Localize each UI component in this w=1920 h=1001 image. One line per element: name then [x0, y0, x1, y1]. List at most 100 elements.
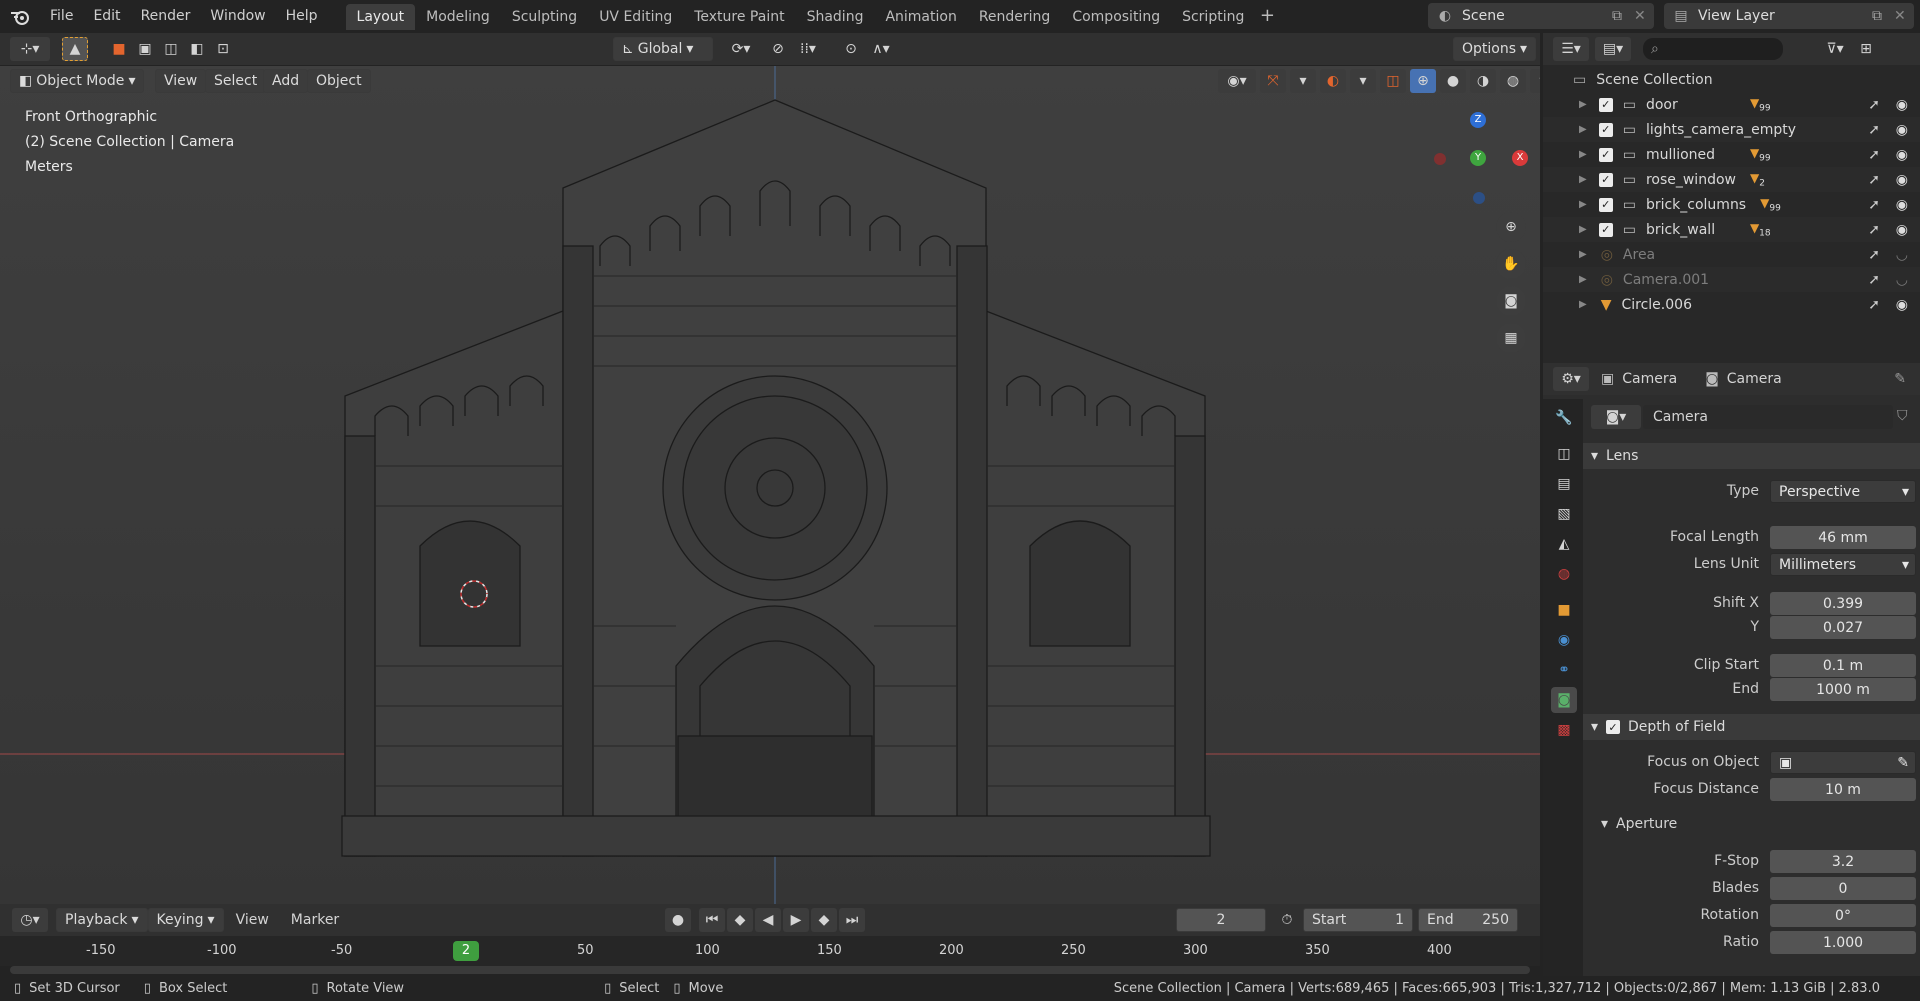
timeline-marker-menu[interactable]: Marker [291, 912, 339, 928]
falloff-icon[interactable]: ∧▾ [862, 37, 900, 61]
focus-object-field[interactable]: ▣ ✎ [1770, 751, 1916, 774]
tab-shading[interactable]: Shading [796, 4, 875, 30]
outliner-row-camera-001[interactable]: ▶ ◎ Camera.001 ➚ ◡ [1543, 267, 1920, 292]
expand-arrow-icon[interactable]: ▶ [1579, 149, 1587, 160]
scene-selector[interactable]: ◐ Scene ⧉ ✕ [1428, 3, 1654, 29]
clip-end-field[interactable]: 1000 m [1770, 678, 1916, 701]
properties-editor-icon[interactable]: ⚙▾ [1553, 367, 1589, 391]
dof-panel-header[interactable]: ▾ ✓ Depth of Field [1583, 714, 1920, 740]
new-scene-icon[interactable]: ⧉ [1612, 8, 1634, 24]
selectable-arrow-icon[interactable]: ➚ [1868, 97, 1880, 113]
solid-shading-icon[interactable]: ● [1440, 69, 1466, 93]
axis-y-icon[interactable]: Y [1470, 150, 1486, 166]
editor-type-icon[interactable]: ⊹▾ [10, 37, 50, 61]
dof-checkbox[interactable]: ✓ [1606, 720, 1621, 734]
stopwatch-icon[interactable]: ⏱ [1274, 908, 1300, 932]
scene-collection-row[interactable]: ▭ Scene Collection [1543, 67, 1920, 92]
outliner-row-brick-columns[interactable]: ▶ ✓ ▭ brick_columns ▼99 ➚ ◉ [1543, 192, 1920, 217]
shift-y-field[interactable]: 0.027 [1770, 616, 1916, 639]
record-icon[interactable]: ● [665, 908, 691, 932]
tab-compositing[interactable]: Compositing [1061, 4, 1171, 30]
outliner-row-area[interactable]: ▶ ◎ Area ➚ ◡ [1543, 242, 1920, 267]
eye-icon[interactable]: ◉ [1896, 172, 1908, 188]
new-view-layer-icon[interactable]: ⧉ [1872, 8, 1894, 24]
chevron-down-icon[interactable]: ▾ [1530, 69, 1540, 93]
tab-modeling[interactable]: Modeling [415, 4, 501, 30]
eye-icon[interactable]: ◉ [1896, 122, 1908, 138]
blender-logo-icon[interactable] [0, 0, 40, 33]
render-tab-icon[interactable]: ◫ [1551, 441, 1577, 467]
exclude-checkbox[interactable]: ✓ [1598, 197, 1613, 212]
clip-start-field[interactable]: 0.1 m [1770, 654, 1916, 677]
options-dropdown[interactable]: Options ▾ [1453, 37, 1537, 61]
tab-sculpting[interactable]: Sculpting [501, 4, 588, 30]
select-mode-subtract-icon[interactable]: ◫ [158, 37, 184, 61]
view-menu[interactable]: View [155, 69, 207, 93]
close-icon[interactable]: ✕ [1634, 8, 1654, 24]
close-icon[interactable]: ✕ [1894, 8, 1914, 24]
add-menu[interactable]: Add [263, 69, 309, 93]
camera-data-tab-icon[interactable]: ◙ [1551, 687, 1577, 713]
pin-icon[interactable]: ✎ [1894, 371, 1906, 387]
exclude-checkbox[interactable]: ✓ [1598, 222, 1613, 237]
selectable-arrow-icon[interactable]: ➚ [1868, 197, 1880, 213]
menu-render[interactable]: Render [131, 0, 201, 33]
eye-closed-icon[interactable]: ◡ [1896, 247, 1908, 263]
playback-dropdown[interactable]: Playback ▾ [56, 908, 148, 932]
menu-file[interactable]: File [40, 0, 83, 33]
pan-hand-icon[interactable]: ✋ [1496, 249, 1526, 279]
new-collection-icon[interactable]: ⊞ [1853, 37, 1879, 61]
selectable-arrow-icon[interactable]: ➚ [1868, 172, 1880, 188]
world-tab-icon[interactable]: ◍ [1551, 561, 1577, 587]
snap-toggle-icon[interactable]: ⊘ [765, 37, 791, 61]
select-mode-new-icon[interactable]: ■ [106, 37, 132, 61]
timeline-ruler[interactable]: -150 -100 -50 2 50 100 150 200 250 300 3… [0, 936, 1540, 966]
texture-tab-icon[interactable]: ▩ [1551, 717, 1577, 743]
timeline-scrollbar[interactable] [10, 966, 1530, 974]
ortho-grid-icon[interactable]: ▦ [1496, 323, 1526, 353]
blades-field[interactable]: 0 [1770, 877, 1916, 900]
select-mode-extend-icon[interactable]: ▣ [132, 37, 158, 61]
select-menu[interactable]: Select [205, 69, 267, 93]
focus-distance-field[interactable]: 10 m [1770, 778, 1916, 801]
material-shading-icon[interactable]: ◑ [1470, 69, 1496, 93]
rendered-shading-icon[interactable]: ◍ [1500, 69, 1526, 93]
tab-scripting[interactable]: Scripting [1171, 4, 1255, 30]
tab-rendering[interactable]: Rendering [968, 4, 1062, 30]
select-mode-intersect-icon[interactable]: ⊡ [210, 37, 236, 61]
object-mode-dropdown[interactable]: ◧ Object Mode ▾ [10, 69, 145, 93]
eye-closed-icon[interactable]: ◡ [1896, 272, 1908, 288]
fstop-field[interactable]: 3.2 [1770, 850, 1916, 873]
object-tab-icon[interactable]: ■ [1551, 597, 1577, 623]
play-icon[interactable]: ▶ [783, 908, 809, 932]
exclude-checkbox[interactable]: ✓ [1598, 172, 1613, 187]
outliner-row-rose-window[interactable]: ▶ ✓ ▭ rose_window ▼2 ➚ ◉ [1543, 167, 1920, 192]
focal-length-field[interactable]: 46 mm [1770, 526, 1916, 549]
outliner-search-input[interactable]: ⌕ [1643, 38, 1783, 60]
add-workspace-button[interactable]: + [1255, 5, 1279, 29]
prev-keyframe-icon[interactable]: ◆ [727, 908, 753, 932]
play-reverse-icon[interactable]: ◀ [755, 908, 781, 932]
eyedropper-icon[interactable]: ✎ [1897, 755, 1909, 771]
camera-view-icon[interactable]: ◙ [1496, 286, 1526, 316]
jump-start-icon[interactable]: ⏮ [699, 908, 725, 932]
exclude-checkbox[interactable]: ✓ [1598, 97, 1613, 112]
chevron-down-icon[interactable]: ▾ [1290, 69, 1316, 93]
lens-panel-header[interactable]: ▾ Lens [1583, 443, 1920, 469]
constraints-tab-icon[interactable]: ⚭ [1551, 657, 1577, 683]
shift-x-field[interactable]: 0.399 [1770, 592, 1916, 615]
eye-icon[interactable]: ◉ [1896, 197, 1908, 213]
exclude-checkbox[interactable]: ✓ [1598, 147, 1613, 162]
tab-texture-paint[interactable]: Texture Paint [683, 4, 795, 30]
lens-type-dropdown[interactable]: Perspective ▾ [1770, 480, 1916, 503]
aperture-subpanel-header[interactable]: ▾ Aperture [1601, 816, 1677, 832]
expand-arrow-icon[interactable]: ▶ [1579, 249, 1587, 260]
timeline-editor-icon[interactable]: ◷▾ [12, 908, 48, 932]
axis-x-icon[interactable]: X [1512, 150, 1528, 166]
xray-toggle-icon[interactable]: ◫ [1380, 69, 1406, 93]
axis-z-icon[interactable]: Z [1470, 112, 1486, 128]
tool-tab-icon[interactable]: 🔧 [1551, 405, 1577, 431]
overlay-toggle-icon[interactable]: ◐ [1320, 69, 1346, 93]
expand-arrow-icon[interactable]: ▶ [1579, 124, 1587, 135]
selectable-arrow-icon[interactable]: ➚ [1868, 147, 1880, 163]
